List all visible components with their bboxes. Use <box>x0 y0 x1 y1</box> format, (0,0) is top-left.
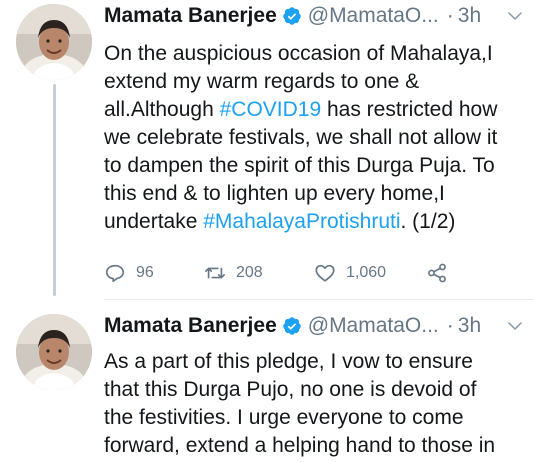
tweet-header: Mamata Banerjee @MamataO... · 3h <box>104 310 524 342</box>
text-line: the festivities. I urge everyone to come <box>104 406 464 429</box>
text-line: all.Although #COVID19 has restricted how <box>104 96 522 124</box>
text-segment: . (1/2) <box>400 210 456 233</box>
tweet-1[interactable]: Mamata Banerjee @MamataO... · 3h On the … <box>0 0 534 300</box>
avatar[interactable] <box>16 314 92 390</box>
chevron-down-icon[interactable] <box>506 317 524 335</box>
text-line: As a part of this pledge, I vow to ensur… <box>104 350 473 373</box>
text-line: undertake #MahalayaProtishruti. (1/2) <box>104 208 522 236</box>
author-handle[interactable]: @MamataO... <box>308 314 439 338</box>
retweet-button[interactable]: 208 <box>204 262 314 284</box>
avatar-photo <box>16 4 92 80</box>
text-line: to dampen the spirit of this Durga Puja.… <box>104 154 495 177</box>
hashtag-link[interactable]: #MahalayaProtishruti <box>203 210 400 233</box>
text-line: extend my warm regards to one & <box>104 70 420 93</box>
retweet-icon <box>205 267 225 279</box>
chevron-down-icon[interactable] <box>506 7 524 25</box>
like-count: 1,060 <box>346 264 387 281</box>
avatar-photo <box>16 314 92 390</box>
share-button[interactable] <box>426 262 448 284</box>
tweet-2[interactable]: Mamata Banerjee @MamataO... · 3h As a pa… <box>0 300 534 462</box>
text-line: we celebrate festivals, we shall not all… <box>104 126 498 149</box>
author-name[interactable]: Mamata Banerjee <box>104 314 277 338</box>
timestamp[interactable]: 3h <box>458 314 481 338</box>
author-handle[interactable]: @MamataO... <box>308 4 439 28</box>
retweet-count: 208 <box>236 264 263 281</box>
reply-icon <box>105 264 125 283</box>
tweet-text: On the auspicious occasion of Mahalaya,I… <box>104 40 522 236</box>
text-line: that this Durga Pujo, no one is devoid o… <box>104 378 477 401</box>
heart-icon <box>315 264 335 282</box>
text-segment: undertake <box>104 210 204 233</box>
text-line: forward, extend a helping hand to those … <box>104 434 496 457</box>
author-name[interactable]: Mamata Banerjee <box>104 4 277 28</box>
timestamp[interactable]: 3h <box>458 4 481 28</box>
text-segment: all.Although <box>104 98 220 121</box>
reply-button[interactable]: 96 <box>104 262 204 284</box>
text-segment: has restricted how <box>321 98 498 121</box>
text-line: this end & to lighten up every home,I <box>104 182 445 205</box>
tweet-header: Mamata Banerjee @MamataO... · 3h <box>104 0 524 32</box>
share-icon <box>428 263 446 283</box>
tweet-actions: 96 208 1,060 <box>104 258 524 288</box>
separator-dot: · <box>446 4 454 27</box>
reply-count: 96 <box>136 264 154 281</box>
hashtag-link[interactable]: #COVID19 <box>220 98 322 121</box>
text-line: On the auspicious occasion of Mahalaya,I <box>104 42 493 65</box>
verified-badge-icon <box>282 7 301 25</box>
separator-dot: · <box>446 314 454 337</box>
avatar[interactable] <box>16 4 92 80</box>
like-button[interactable]: 1,060 <box>314 262 426 284</box>
tweet-text: As a part of this pledge, I vow to ensur… <box>104 348 522 460</box>
verified-badge-icon <box>282 317 301 335</box>
